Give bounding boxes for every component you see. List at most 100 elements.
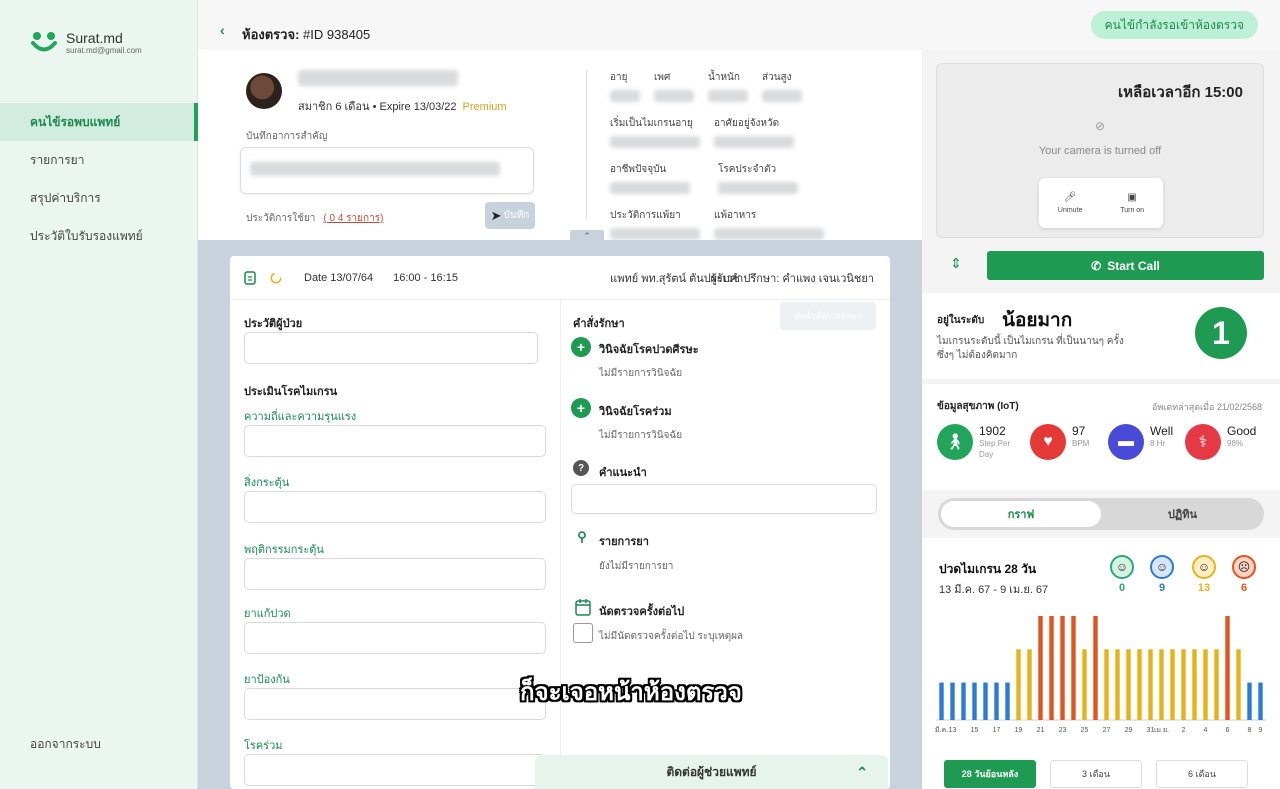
no-appt-checkbox[interactable] xyxy=(573,623,593,643)
chart-tick-label: 25 xyxy=(1081,727,1089,734)
info-food-allergy: แพ้อาหาร xyxy=(714,208,824,240)
dx-co-label: วินิจฉัยโรคร่วม xyxy=(599,406,672,418)
face-level-3: ☹ 6 xyxy=(1232,555,1256,594)
question-icon: ? xyxy=(573,460,589,476)
chevron-left-icon[interactable]: ‹ xyxy=(220,22,225,38)
heart-icon: ♥ xyxy=(1030,424,1066,460)
dx-main-label: วินิจฉัยโรคปวดศีรษะ xyxy=(599,344,699,356)
top-bar: ‹ ห้องตรวจ: #ID 938405 คนไข้กำลังรอเข้าห… xyxy=(198,0,1280,50)
unmute-button[interactable]: 🎤︎ Unmute xyxy=(1058,192,1083,214)
preventive-field[interactable] xyxy=(244,688,546,720)
level-value: น้อยมาก xyxy=(1002,310,1073,331)
chart-tick-label: มี.ค. xyxy=(935,726,948,734)
chart-bar xyxy=(1027,649,1032,720)
collapse-handle[interactable]: ⌃ xyxy=(570,230,604,242)
submit-treatment-button[interactable]: ส่งคำสั่งการรักษา xyxy=(780,302,876,330)
expand-icon[interactable]: ⇕ xyxy=(950,255,962,272)
info-label: ประวัติการแพ้ยา xyxy=(610,210,681,221)
iot-sub: 8 Hr xyxy=(1150,439,1166,448)
info-label: เพศ xyxy=(654,72,671,83)
painkiller-field[interactable] xyxy=(244,622,546,654)
chart-bar xyxy=(1214,649,1219,720)
range-3-months-button[interactable]: 3 เดือน xyxy=(1050,760,1142,788)
sidebar-item-drugs[interactable]: รายการยา xyxy=(0,141,198,179)
chart-bar xyxy=(1258,682,1263,720)
add-icon[interactable]: + xyxy=(571,398,591,418)
info-age: อายุ xyxy=(610,70,640,102)
add-icon[interactable]: + xyxy=(571,337,591,357)
exam-header: Date 13/07/64 16:00 - 16:15 แพทย์ พท.สุร… xyxy=(230,256,890,300)
level-description: ไมเกรนระดับนี้ เป็นไมเกรน ที่เป็นนานๆ คร… xyxy=(937,336,1124,361)
appt-label: นัดตรวจครั้งต่อไป xyxy=(599,606,685,618)
app-email: surat.md@gmail.com xyxy=(66,45,142,55)
tab-calendar[interactable]: ปฏิทิน xyxy=(1101,498,1264,530)
chart-tick-label: 23 xyxy=(1059,727,1067,734)
iot-updated: อัพเดทล่าสุดเมื่อ 21/02/2568 xyxy=(1151,402,1262,412)
start-call-button[interactable]: ✆ Start Call xyxy=(987,251,1264,280)
chevron-up-icon[interactable]: ⌃ xyxy=(856,764,868,781)
migraine-chart-card: ปวดไมเกรน 28 วัน 13 มี.ค. 67 - 9 เม.ย. 6… xyxy=(922,538,1280,789)
no-appt-label: ไม่มีนัดตรวจครั้งต่อไป ระบุเหตุผล xyxy=(599,631,744,642)
drug-history: ประวัติการใช้ยา ( 0 4 รายการ) xyxy=(246,211,383,226)
drug-history-link[interactable]: ( 0 4 รายการ) xyxy=(323,213,383,224)
info-value-redacted xyxy=(610,136,700,148)
iot-sleep: ▬ Well 8 Hr xyxy=(1108,424,1173,460)
frequency-field[interactable] xyxy=(244,425,546,457)
video-subtitle: ก็จะเจอหน้าห้องตรวจ xyxy=(520,679,742,706)
info-label: ส่วนสูง xyxy=(762,72,792,83)
frequency-label: ความถี่และความรุนแรง xyxy=(244,411,357,423)
dx-co-empty: ไม่มีรายการวินิจฉัย xyxy=(599,430,683,441)
bed-icon: ▬ xyxy=(1108,424,1144,460)
drugs-label: รายการยา xyxy=(599,536,649,548)
chart-bar xyxy=(1115,649,1120,720)
range-6-months-button[interactable]: 6 เดือน xyxy=(1156,760,1248,788)
chart-bar xyxy=(1071,616,1076,720)
iot-value: 1902 xyxy=(979,424,1006,438)
trigger-field[interactable] xyxy=(244,491,546,523)
chart-bar xyxy=(1005,682,1010,720)
tab-graph[interactable]: กราฟ xyxy=(941,501,1101,527)
logout-link[interactable]: ออกจากระบบ xyxy=(30,735,101,754)
range-28-days-button[interactable]: 28 วันย้อนหลัง xyxy=(944,760,1036,788)
iot-steps: 🚶︎ 1902 Step Per Day xyxy=(937,424,1021,460)
chart-tick-label: เม.ย. xyxy=(1154,727,1169,734)
iot-sub: 98% xyxy=(1227,439,1244,448)
chart-bar xyxy=(1137,649,1142,720)
note-label: บันทึกอาการสำคัญ xyxy=(246,131,328,142)
face-level-2: ☺ 13 xyxy=(1192,555,1216,594)
info-occupation: อาชีพปัจจุบัน xyxy=(610,162,690,194)
advice-field[interactable] xyxy=(571,484,877,514)
info-sex: เพศ xyxy=(654,70,694,102)
pain-face-icon: ☺ xyxy=(1192,555,1216,579)
drug-history-label: ประวัติการใช้ยา xyxy=(246,213,316,224)
save-note-button[interactable]: ➤ บันทึก xyxy=(485,202,535,229)
chart-bar xyxy=(1082,649,1087,720)
face-count: 9 xyxy=(1158,582,1166,594)
chart-tick-label: 27 xyxy=(1103,727,1111,734)
face-count: 0 xyxy=(1118,582,1126,594)
face-count: 6 xyxy=(1240,582,1248,594)
chart-tick-label: 9 xyxy=(1259,727,1263,734)
info-label: โรคประจำตัว xyxy=(718,164,777,175)
turn-on-camera-button[interactable]: ▣ Turn on xyxy=(1120,192,1144,214)
sidebar-item-billing[interactable]: สรุปค่าบริการ xyxy=(0,179,198,217)
sidebar-item-certificates[interactable]: ประวัติใบรับรองแพทย์ xyxy=(0,217,198,255)
chart-tick-label: 4 xyxy=(1204,727,1208,734)
camera-off-text: Your camera is turned off xyxy=(1038,145,1162,157)
chart-bar xyxy=(1060,616,1065,720)
info-label: อาชีพปัจจุบัน xyxy=(610,164,667,175)
advice-label: คำแนะนำ xyxy=(599,467,647,479)
iot-lungs: ⚕ Good 98% xyxy=(1185,424,1256,460)
info-height: ส่วนสูง xyxy=(762,70,802,102)
document-icon xyxy=(244,270,256,285)
sidebar-item-waiting[interactable]: คนไข้รอพบแพทย์ xyxy=(0,103,198,141)
membership-info: สมาชิก 6 เดือน • Expire 13/03/22 Premium xyxy=(298,97,507,115)
contact-assistant-bar[interactable]: ติดต่อผู้ช่วยแพทย์ ⌃ xyxy=(535,755,888,789)
behavior-field[interactable] xyxy=(244,558,546,590)
premium-badge: Premium xyxy=(462,101,507,113)
patient-name-redacted xyxy=(298,70,458,86)
severe-face-icon: ☹ xyxy=(1232,555,1256,579)
info-label: เริ่มเป็นไมเกรนอายุ xyxy=(610,118,693,129)
comorbidity-field[interactable] xyxy=(244,754,546,786)
history-field[interactable] xyxy=(244,332,538,364)
